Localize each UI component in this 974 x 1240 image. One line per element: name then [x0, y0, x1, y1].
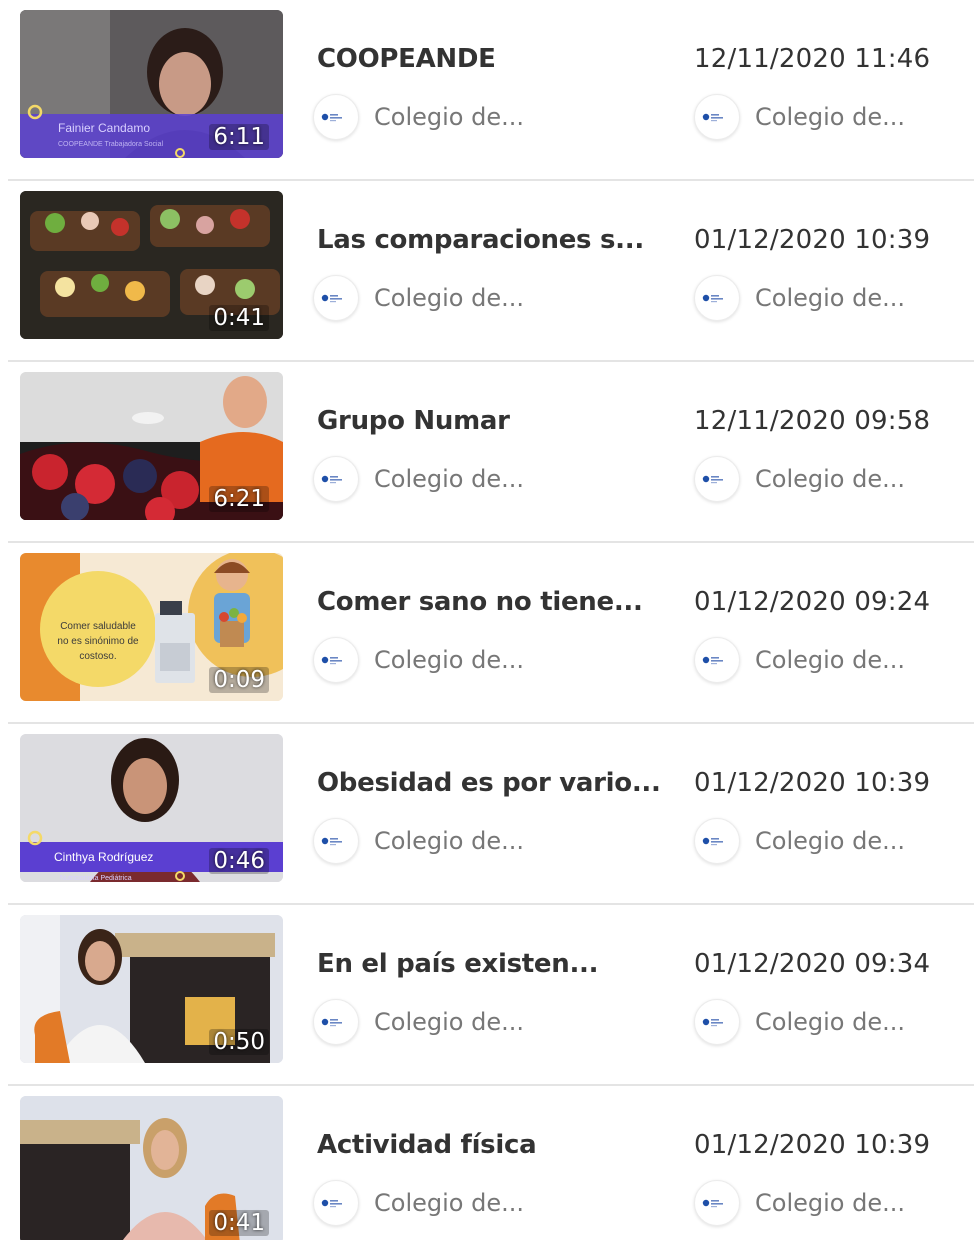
college-logo-icon [694, 999, 740, 1045]
video-duration: 0:41 [209, 305, 269, 331]
video-title[interactable]: Comer sano no tiene... [317, 587, 643, 617]
college-logo-icon [313, 94, 359, 140]
video-date: 01/12/2020 10:39 [694, 1130, 931, 1160]
channel-link-secondary[interactable]: Colegio de... [694, 275, 905, 321]
college-logo-icon [313, 275, 359, 321]
video-row-coopeande[interactable]: Fainier Candamo COOPEANDE Trabajadora So… [0, 0, 974, 181]
channel-name: Colegio de... [755, 1189, 905, 1217]
overlay-name: Cinthya Rodríguez [54, 850, 153, 864]
video-row-comer-sano[interactable]: Comer saludable no es sinónimo de costos… [0, 543, 974, 724]
college-logo-icon [313, 637, 359, 683]
channel-link[interactable]: Colegio de... [313, 275, 524, 321]
video-title[interactable]: Obesidad es por vario... [317, 768, 661, 798]
channel-name: Colegio de... [374, 103, 524, 131]
video-row-en-el-pais[interactable]: 0:50 En el país existen... 01/12/2020 09… [0, 905, 974, 1086]
overlay-role: Nutricionista Pediátrica [60, 875, 132, 882]
channel-name: Colegio de... [374, 646, 524, 674]
college-logo-icon [694, 275, 740, 321]
video-date: 01/12/2020 09:34 [694, 949, 931, 979]
overlay-text: Comer saludable [60, 621, 136, 632]
overlay-name: Fainier Candamo [58, 121, 150, 135]
video-thumbnail[interactable]: 6:21 [20, 372, 283, 520]
video-row-actividad-fisica[interactable]: 0:41 Actividad física 01/12/2020 10:39 C… [0, 1086, 974, 1240]
video-date: 01/12/2020 09:24 [694, 587, 931, 617]
video-title[interactable]: COOPEANDE [317, 44, 496, 74]
college-logo-icon [313, 1180, 359, 1226]
channel-name: Colegio de... [374, 1008, 524, 1036]
channel-name: Colegio de... [755, 646, 905, 674]
video-row-obesidad[interactable]: Cinthya Rodríguez Nutricionista Pediátri… [0, 724, 974, 905]
channel-link[interactable]: Colegio de... [313, 818, 524, 864]
video-row-grupo-numar[interactable]: 6:21 Grupo Numar 12/11/2020 09:58 Colegi… [0, 362, 974, 543]
channel-link[interactable]: Colegio de... [313, 999, 524, 1045]
overlay-text: no es sinónimo de [57, 636, 139, 647]
channel-name: Colegio de... [374, 827, 524, 855]
channel-name: Colegio de... [374, 1189, 524, 1217]
video-title[interactable]: Actividad física [317, 1130, 537, 1160]
video-title[interactable]: En el país existen... [317, 949, 599, 979]
video-title[interactable]: Las comparaciones s... [317, 225, 644, 255]
video-thumbnail[interactable]: 0:41 [20, 191, 283, 339]
video-duration: 0:09 [209, 667, 269, 693]
video-row-comparaciones[interactable]: 0:41 Las comparaciones s... 01/12/2020 1… [0, 181, 974, 362]
video-duration: 0:50 [209, 1029, 269, 1055]
college-logo-icon [694, 637, 740, 683]
channel-name: Colegio de... [755, 465, 905, 493]
video-thumbnail[interactable]: Comer saludable no es sinónimo de costos… [20, 553, 283, 701]
channel-name: Colegio de... [374, 284, 524, 312]
video-list: Fainier Candamo COOPEANDE Trabajadora So… [0, 0, 974, 1240]
channel-name: Colegio de... [755, 1008, 905, 1036]
video-duration: 6:11 [209, 124, 269, 150]
video-date: 01/12/2020 10:39 [694, 225, 931, 255]
video-date: 01/12/2020 10:39 [694, 768, 931, 798]
channel-link-secondary[interactable]: Colegio de... [694, 818, 905, 864]
video-date: 12/11/2020 11:46 [694, 44, 931, 74]
college-logo-icon [694, 1180, 740, 1226]
channel-link-secondary[interactable]: Colegio de... [694, 999, 905, 1045]
channel-name: Colegio de... [374, 465, 524, 493]
channel-link-secondary[interactable]: Colegio de... [694, 456, 905, 502]
channel-link[interactable]: Colegio de... [313, 94, 524, 140]
channel-link-secondary[interactable]: Colegio de... [694, 1180, 905, 1226]
channel-link[interactable]: Colegio de... [313, 1180, 524, 1226]
channel-link[interactable]: Colegio de... [313, 456, 524, 502]
overlay-role: COOPEANDE Trabajadora Social [58, 141, 163, 148]
channel-link-secondary[interactable]: Colegio de... [694, 637, 905, 683]
channel-name: Colegio de... [755, 103, 905, 131]
video-thumbnail[interactable]: Fainier Candamo COOPEANDE Trabajadora So… [20, 10, 283, 158]
college-logo-icon [694, 456, 740, 502]
overlay-text: costoso. [79, 651, 116, 662]
video-thumbnail[interactable]: Cinthya Rodríguez Nutricionista Pediátri… [20, 734, 283, 882]
video-duration: 0:41 [209, 1210, 269, 1236]
video-duration: 0:46 [209, 848, 269, 874]
college-logo-icon [313, 456, 359, 502]
video-duration: 6:21 [209, 486, 269, 512]
college-logo-icon [694, 818, 740, 864]
college-logo-icon [313, 818, 359, 864]
video-thumbnail[interactable]: 0:41 [20, 1096, 283, 1240]
channel-name: Colegio de... [755, 284, 905, 312]
video-title[interactable]: Grupo Numar [317, 406, 510, 436]
video-date: 12/11/2020 09:58 [694, 406, 931, 436]
channel-link-secondary[interactable]: Colegio de... [694, 94, 905, 140]
college-logo-icon [694, 94, 740, 140]
channel-link[interactable]: Colegio de... [313, 637, 524, 683]
channel-name: Colegio de... [755, 827, 905, 855]
college-logo-icon [313, 999, 359, 1045]
video-thumbnail[interactable]: 0:50 [20, 915, 283, 1063]
